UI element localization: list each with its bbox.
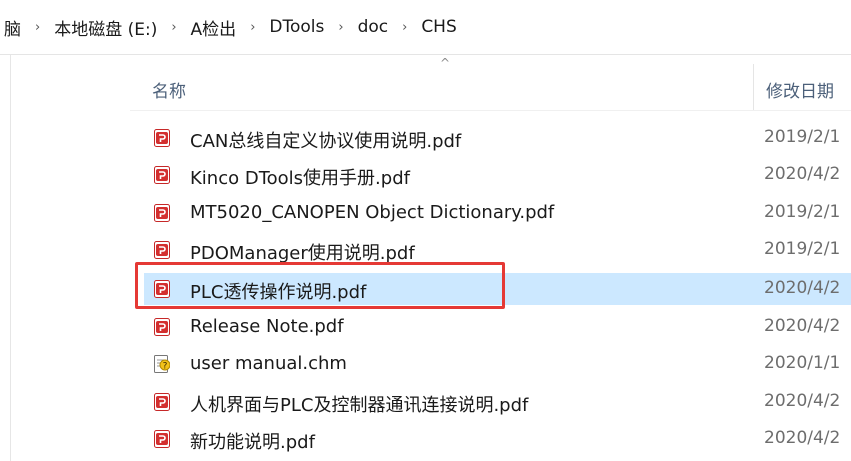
svg-text:?: ? (163, 362, 168, 372)
pdf-file-icon (154, 318, 170, 336)
column-header-row: ^ 名称 修改日期 (130, 56, 851, 111)
file-row[interactable]: 新功能说明.pdf 2020/4/2 (144, 423, 851, 455)
file-date-modified: 2020/1/1 (764, 353, 841, 373)
breadcrumb-item-a-checkout[interactable]: A检出 (187, 15, 241, 40)
file-date-modified: 2020/4/2 (764, 278, 841, 298)
file-row[interactable]: CAN总线自定义协议使用说明.pdf 2019/2/1 (144, 122, 851, 154)
file-row[interactable]: ? user manual.chm 2020/1/1 (144, 348, 851, 380)
pdf-file-icon (154, 241, 170, 259)
file-date-modified: 2019/2/1 (764, 127, 841, 147)
chevron-right-icon[interactable]: › (161, 20, 186, 35)
pdf-file-icon (154, 280, 170, 298)
navigation-pane-edge (0, 55, 11, 461)
breadcrumb-item-dtools[interactable]: DTools (265, 17, 328, 37)
file-row-selected[interactable]: PLC透传操作说明.pdf 2020/4/2 (144, 273, 851, 305)
pdf-file-icon (154, 430, 170, 448)
pdf-file-icon (154, 166, 170, 184)
chevron-right-icon[interactable]: › (328, 20, 353, 35)
column-header-date-modified[interactable]: 修改日期 (766, 77, 834, 102)
pdf-file-icon (154, 129, 170, 147)
file-row[interactable]: PDOManager使用说明.pdf 2019/2/1 (144, 234, 851, 266)
sort-ascending-icon: ^ (440, 56, 451, 70)
breadcrumb-item-doc[interactable]: doc (354, 17, 393, 37)
file-date-modified: 2020/4/2 (764, 164, 841, 184)
file-name: CAN总线自定义协议使用说明.pdf (190, 131, 462, 152)
file-list: CAN总线自定义协议使用说明.pdf 2019/2/1 Kinco DTools使用… (130, 118, 851, 461)
file-name: MT5020_CANOPEN Object Dictionary.pdf (190, 202, 555, 223)
file-row[interactable]: 人机界面与PLC及控制器通讯连接说明.pdf 2020/4/2 (144, 386, 851, 418)
file-name: 新功能说明.pdf (190, 432, 315, 453)
chevron-right-icon[interactable]: › (240, 20, 265, 35)
pdf-file-icon (154, 204, 170, 222)
address-bar[interactable]: 脑 › 本地磁盘 (E:) › A检出 › DTools › doc › CHS (0, 0, 851, 55)
file-date-modified: 2019/2/1 (764, 202, 841, 222)
pdf-file-icon (154, 393, 170, 411)
breadcrumb-item-computer[interactable]: 脑 (0, 15, 25, 40)
file-name: PLC透传操作说明.pdf (190, 282, 367, 303)
column-divider[interactable] (753, 64, 754, 110)
column-header-name-label: 名称 (152, 82, 186, 102)
file-name: Kinco DTools使用手册.pdf (190, 168, 410, 189)
file-date-modified: 2019/2/1 (764, 239, 841, 259)
chm-help-file-icon: ? (154, 355, 171, 373)
file-date-modified: 2020/4/2 (764, 316, 841, 336)
breadcrumb-item-drive-e[interactable]: 本地磁盘 (E:) (50, 15, 161, 40)
chevron-right-icon[interactable]: › (392, 20, 417, 35)
file-name: Release Note.pdf (190, 316, 344, 337)
file-row[interactable]: MT5020_CANOPEN Object Dictionary.pdf 2019… (144, 197, 851, 229)
file-name: 人机界面与PLC及控制器通讯连接说明.pdf (190, 395, 529, 416)
chevron-right-icon[interactable]: › (25, 20, 50, 35)
file-row[interactable]: Release Note.pdf 2020/4/2 (144, 311, 851, 343)
file-date-modified: 2020/4/2 (764, 428, 841, 448)
file-row[interactable]: Kinco DTools使用手册.pdf 2020/4/2 (144, 159, 851, 191)
breadcrumb: 脑 › 本地磁盘 (E:) › A检出 › DTools › doc › CHS (0, 0, 461, 54)
breadcrumb-item-chs[interactable]: CHS (417, 17, 460, 37)
file-date-modified: 2020/4/2 (764, 391, 841, 411)
file-name: user manual.chm (190, 353, 347, 374)
file-name: PDOManager使用说明.pdf (190, 243, 415, 264)
column-header-name[interactable]: ^ 名称 (130, 56, 753, 110)
